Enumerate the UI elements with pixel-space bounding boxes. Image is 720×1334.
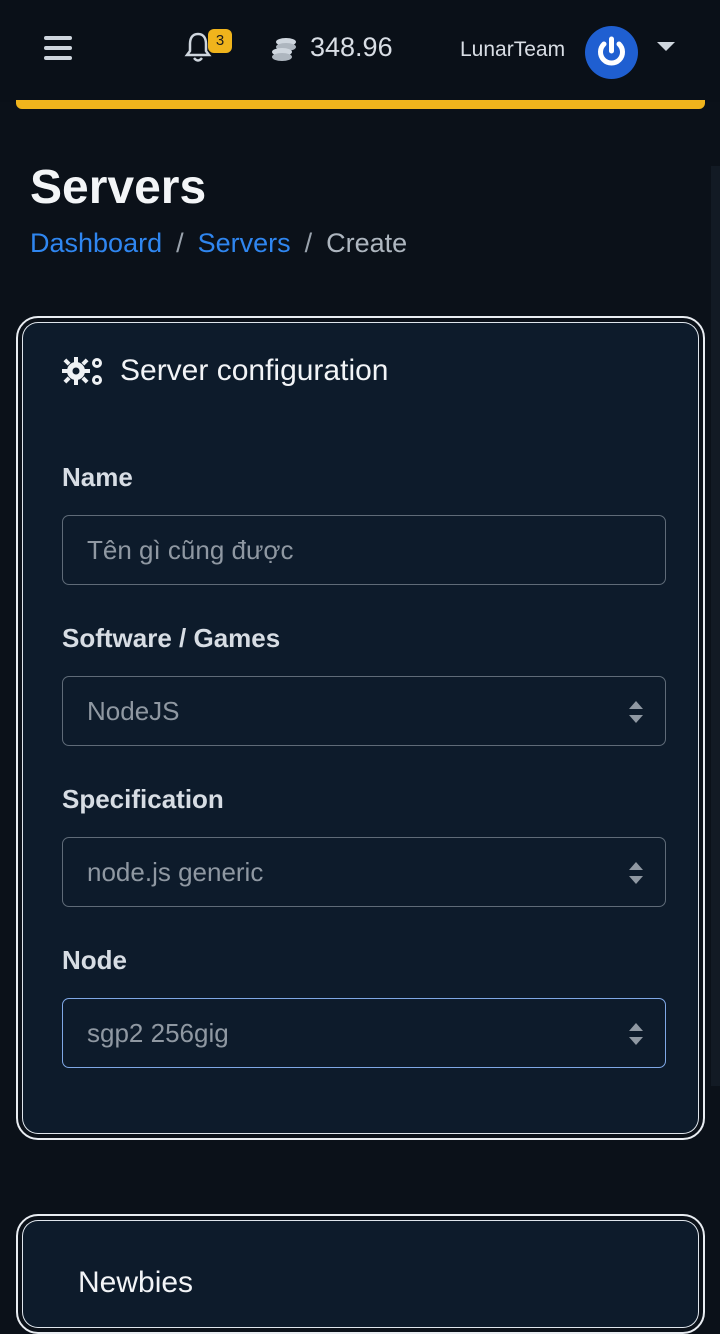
navbar-accent-bar [16,100,705,109]
breadcrumb-separator: / [176,228,184,258]
notification-badge: 3 [208,29,232,53]
breadcrumb-servers-link[interactable]: Servers [198,228,291,258]
node-label: Node [62,945,127,975]
top-navbar: 3 348.96 LunarTeam [0,0,720,102]
coins-icon [270,36,298,64]
breadcrumb-separator: / [304,228,313,258]
breadcrumb-dashboard-link[interactable]: Dashboard [30,228,162,258]
menu-toggle-icon[interactable] [44,36,72,60]
cogs-icon [62,357,102,385]
select-arrows-icon [629,862,643,884]
plan-card-title: Newbies [78,1266,194,1299]
software-select[interactable]: NodeJS [62,676,666,746]
avatar[interactable] [585,26,638,79]
specification-select[interactable]: node.js generic [62,837,666,907]
card-title: Server configuration [120,354,389,387]
specification-label: Specification [62,784,224,814]
plan-card-body: Newbies [22,1220,699,1328]
user-dropdown-caret-icon[interactable] [657,42,675,51]
server-configuration-card-body: Server configuration Name Tên gì cũng đư… [22,322,699,1134]
name-input[interactable]: Tên gì cũng được [62,515,666,585]
name-input-placeholder: Tên gì cũng được [87,535,294,565]
name-label: Name [62,462,133,492]
card-header: Server configuration [62,354,388,388]
breadcrumb: Dashboard / Servers / Create [30,228,407,259]
node-select[interactable]: sgp2 256gig [62,998,666,1068]
select-arrows-icon [629,1023,643,1045]
scrollbar[interactable] [711,166,720,1086]
software-label: Software / Games [62,623,281,653]
software-select-value: NodeJS [87,696,180,726]
credit-balance: 348.96 [310,32,393,62]
specification-select-value: node.js generic [87,857,264,887]
plan-card[interactable]: Newbies [16,1214,705,1334]
server-configuration-card: Server configuration Name Tên gì cũng đư… [16,316,705,1140]
page-title: Servers [30,161,207,214]
power-icon [598,36,625,66]
select-arrows-icon [629,701,643,723]
breadcrumb-current: Create [326,228,408,258]
node-select-value: sgp2 256gig [87,1018,229,1048]
username[interactable]: LunarTeam [460,38,565,62]
